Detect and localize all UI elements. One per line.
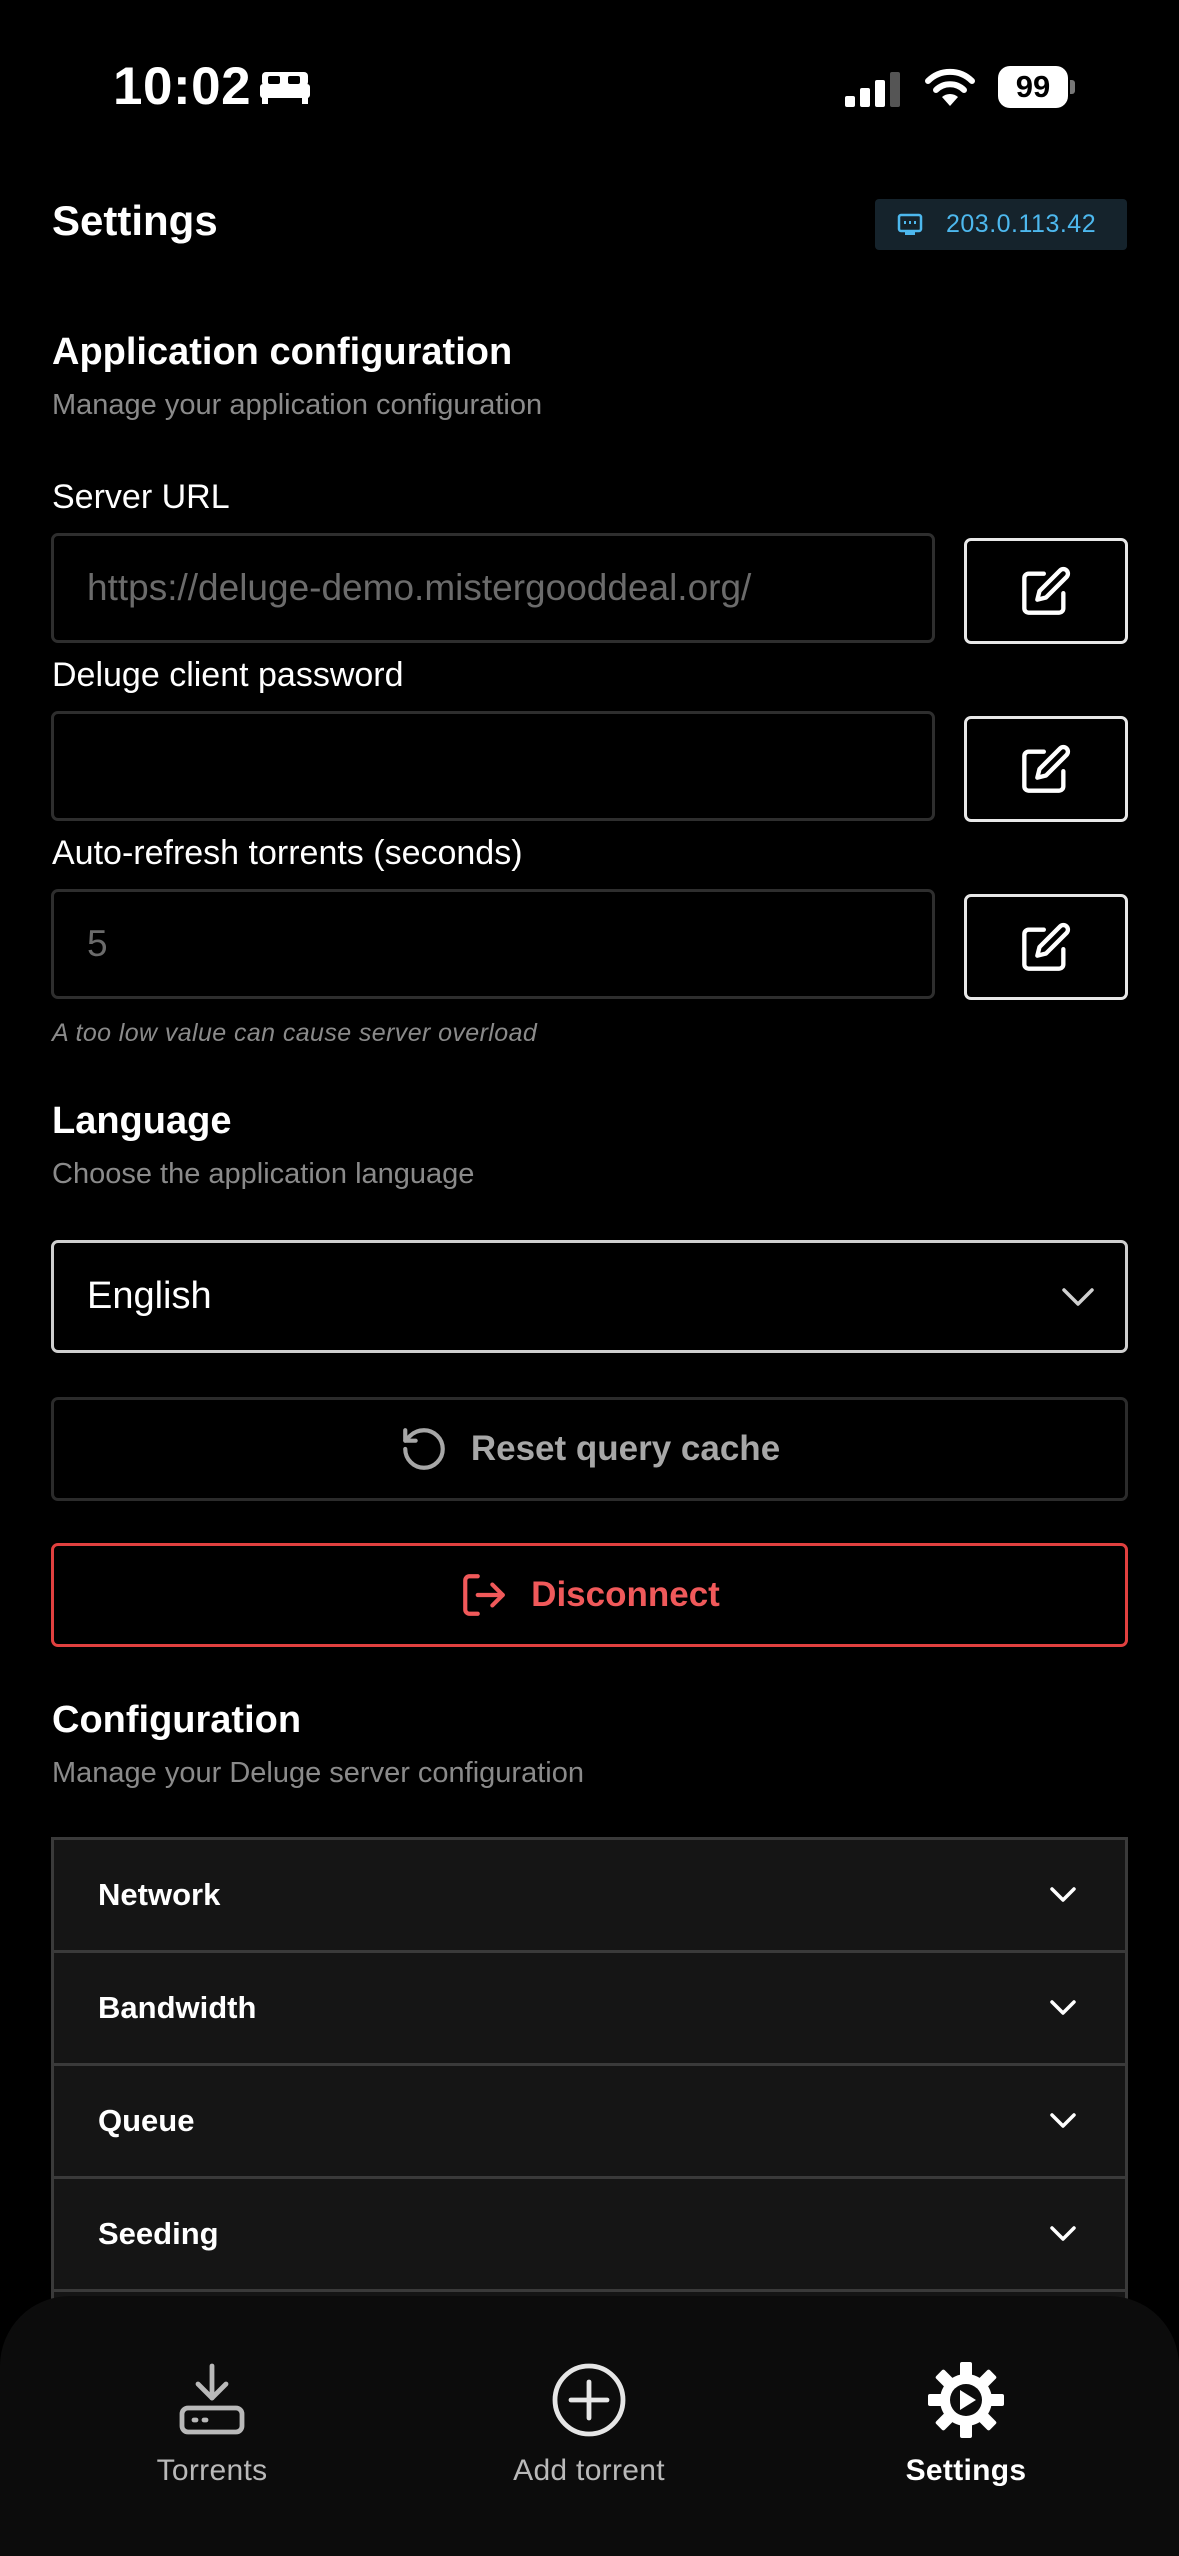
tab-add-torrent-label: Add torrent <box>513 2454 665 2487</box>
language-subtitle: Choose the application language <box>52 1158 475 1190</box>
server-url-label: Server URL <box>52 478 230 516</box>
accordion-queue[interactable]: Queue <box>54 2066 1125 2179</box>
server-url-input[interactable]: https://deluge-demo.mistergooddeal.org/ <box>51 533 935 643</box>
download-tray-icon <box>179 2363 245 2435</box>
accordion-network[interactable]: Network <box>54 1840 1125 1953</box>
chevron-down-icon <box>1050 1887 1076 1902</box>
edit-icon <box>1022 744 1071 793</box>
language-selected-value: English <box>87 1275 212 1317</box>
battery-icon: 99 <box>998 66 1076 108</box>
server-ip-text: 203.0.113.42 <box>946 210 1097 238</box>
server-ip-badge: 203.0.113.42 <box>875 199 1127 250</box>
edit-auto-refresh-button[interactable] <box>964 894 1128 1000</box>
edit-icon <box>1022 922 1071 971</box>
accordion-label: Seeding <box>98 2216 219 2251</box>
edit-icon <box>1022 566 1071 615</box>
ethernet-icon <box>897 213 923 235</box>
auto-refresh-label: Auto-refresh torrents (seconds) <box>52 834 523 872</box>
tab-add-torrent[interactable]: Add torrent <box>439 2360 739 2488</box>
chevron-down-icon <box>1050 2113 1076 2128</box>
settings-gear-icon <box>928 2362 1004 2438</box>
app-config-subtitle: Manage your application configuration <box>52 389 543 421</box>
reset-query-cache-button[interactable]: Reset query cache <box>51 1397 1128 1501</box>
password-label: Deluge client password <box>52 656 404 694</box>
configuration-accordion: Network Bandwidth Queue Seeding <box>51 1837 1128 2307</box>
auto-refresh-hint: A too low value can cause server overloa… <box>52 1019 538 1047</box>
configuration-subtitle: Manage your Deluge server configuration <box>52 1757 584 1789</box>
reset-icon <box>402 1428 445 1470</box>
configuration-title: Configuration <box>52 1699 302 1741</box>
add-circle-icon <box>552 2363 626 2437</box>
auto-refresh-value: 5 <box>87 923 108 964</box>
accordion-label: Queue <box>98 2103 195 2138</box>
accordion-label: Network <box>98 1877 221 1912</box>
accordion-seeding[interactable]: Seeding <box>54 2179 1125 2292</box>
server-url-value: https://deluge-demo.mistergooddeal.org/ <box>87 567 752 608</box>
chevron-down-icon <box>1050 2000 1076 2015</box>
password-input[interactable] <box>51 711 935 821</box>
edit-password-button[interactable] <box>964 716 1128 822</box>
page-title: Settings <box>52 197 218 244</box>
chevron-down-icon <box>1050 2226 1076 2241</box>
logout-icon <box>463 1574 506 1616</box>
tab-settings[interactable]: Settings <box>816 2360 1116 2488</box>
edit-server-url-button[interactable] <box>964 538 1128 644</box>
reset-query-cache-label: Reset query cache <box>470 1429 781 1468</box>
sleep-focus-icon <box>260 72 310 104</box>
disconnect-button[interactable]: Disconnect <box>51 1543 1128 1647</box>
language-select[interactable]: English <box>51 1240 1128 1353</box>
tab-torrents[interactable]: Torrents <box>62 2360 362 2488</box>
accordion-bandwidth[interactable]: Bandwidth <box>54 1953 1125 2066</box>
auto-refresh-input[interactable]: 5 <box>51 889 935 999</box>
language-title: Language <box>52 1100 232 1142</box>
chevron-down-icon <box>1062 1287 1094 1306</box>
tab-settings-label: Settings <box>905 2454 1027 2487</box>
accordion-label: Bandwidth <box>98 1990 257 2025</box>
battery-level: 99 <box>998 66 1068 108</box>
cellular-signal-icon <box>845 72 900 107</box>
wifi-icon <box>925 68 975 106</box>
status-time: 10:02 <box>113 57 252 116</box>
app-config-title: Application configuration <box>52 331 513 373</box>
tab-torrents-label: Torrents <box>156 2454 268 2487</box>
disconnect-label: Disconnect <box>531 1575 720 1614</box>
